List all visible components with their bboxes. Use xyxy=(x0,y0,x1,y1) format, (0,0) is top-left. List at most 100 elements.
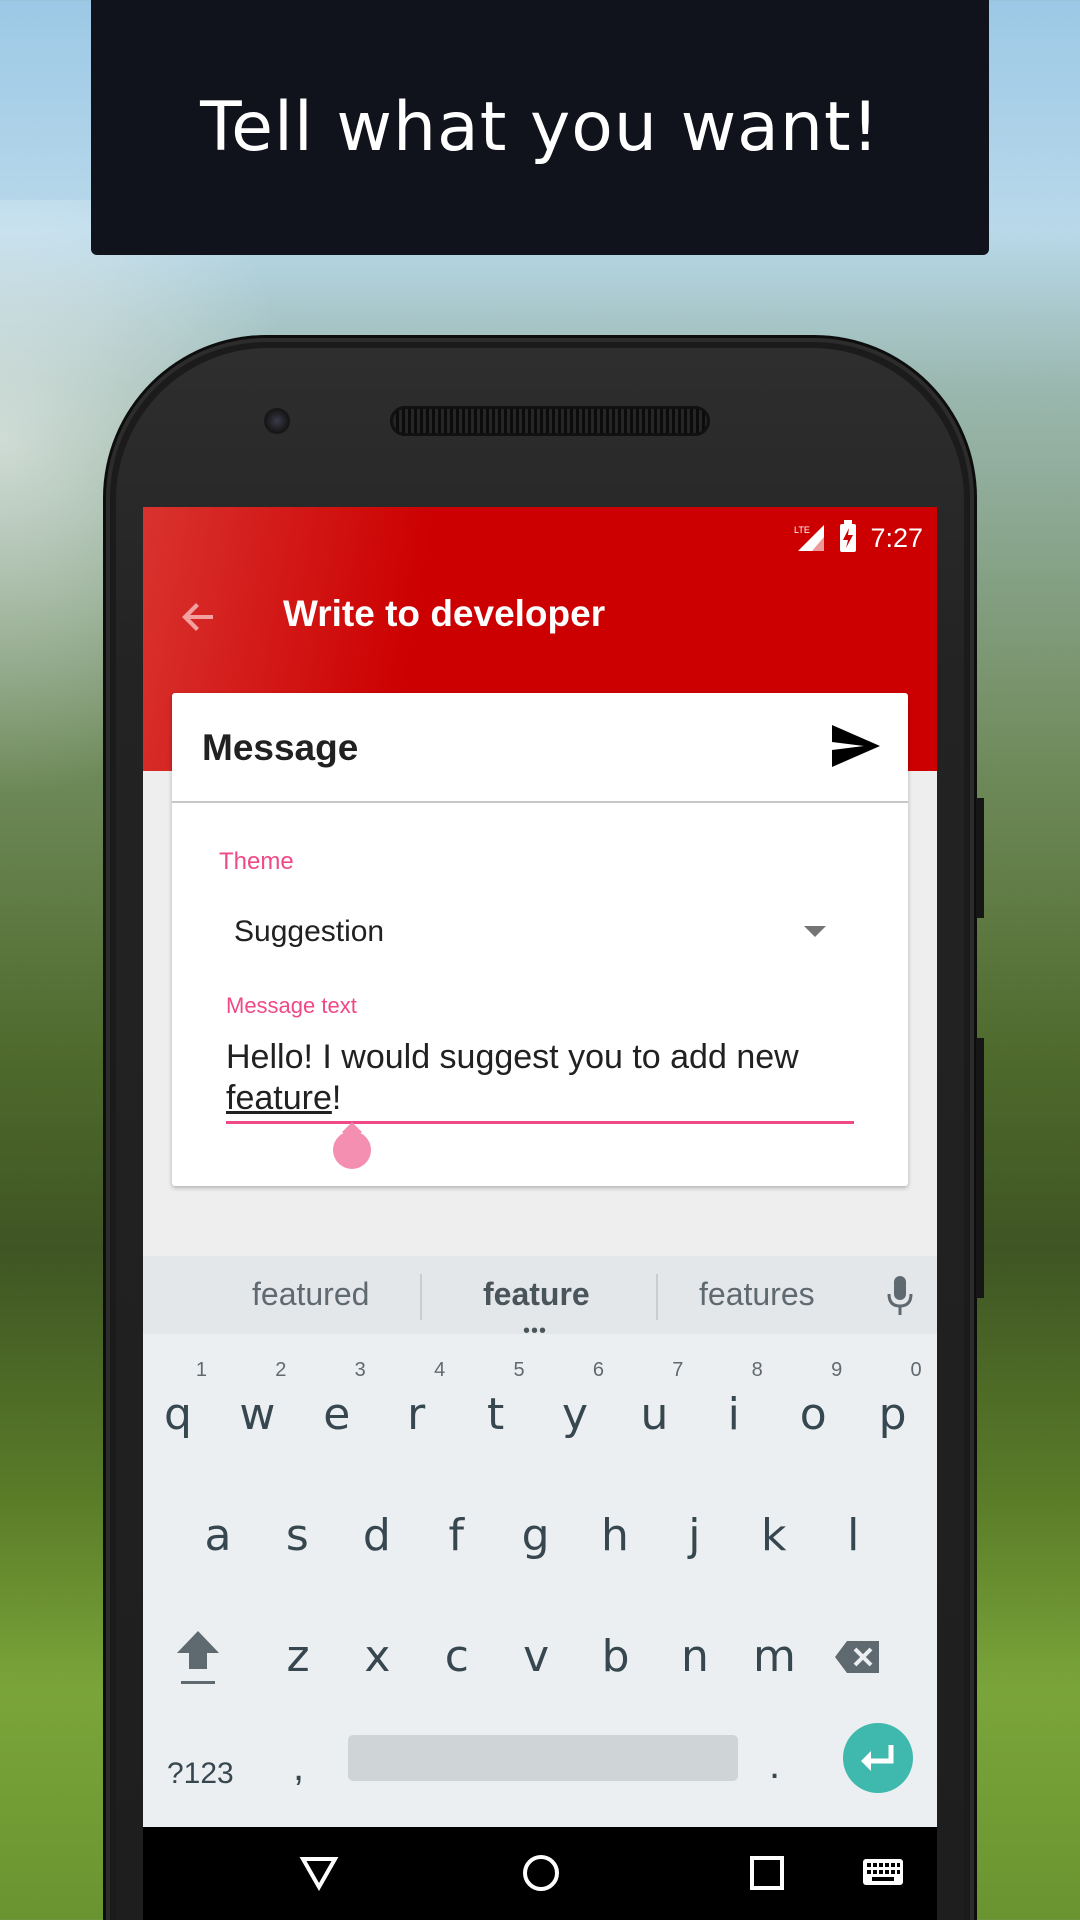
svg-text:LTE: LTE xyxy=(794,525,810,535)
key-label: r xyxy=(407,1389,426,1440)
dropdown-arrow-icon[interactable] xyxy=(804,926,826,937)
key-i[interactable]: 8i xyxy=(699,1359,769,1449)
message-card: Message Theme Suggestion Message text He… xyxy=(172,693,908,1186)
key-label: u xyxy=(640,1389,669,1440)
key-q[interactable]: 1q xyxy=(143,1359,213,1449)
key-label: j xyxy=(688,1510,701,1561)
key-p[interactable]: 0p xyxy=(858,1359,928,1449)
key-label: y xyxy=(561,1389,589,1440)
send-icon[interactable] xyxy=(830,723,882,769)
message-text-part1: Hello! I would suggest you to add new xyxy=(226,1038,799,1076)
suggestion-left[interactable]: featured xyxy=(252,1276,369,1313)
nav-keyboard-icon[interactable] xyxy=(859,1849,907,1897)
key-hint: 5 xyxy=(513,1359,525,1381)
text-cursor-handle[interactable] xyxy=(333,1131,371,1169)
suggestion-bar: featured feature ••• features xyxy=(143,1256,937,1342)
key-s[interactable]: s xyxy=(262,1480,332,1570)
key-label: l xyxy=(847,1510,860,1561)
theme-dropdown[interactable]: Suggestion xyxy=(234,915,384,949)
volume-button xyxy=(976,798,984,918)
key-b[interactable]: b xyxy=(581,1601,651,1691)
key-d[interactable]: d xyxy=(342,1480,412,1570)
key-label: h xyxy=(601,1510,629,1561)
key-u[interactable]: 7u xyxy=(619,1359,689,1449)
key-label: x xyxy=(364,1631,391,1682)
key-n[interactable]: n xyxy=(660,1601,730,1691)
key-e[interactable]: 3e xyxy=(302,1359,372,1449)
key-label: k xyxy=(761,1510,787,1561)
key-hint: 7 xyxy=(672,1359,684,1381)
key-label: d xyxy=(362,1510,391,1561)
battery-charging-icon xyxy=(840,520,857,552)
message-text-part2: ! xyxy=(331,1079,342,1117)
suggestion-center[interactable]: feature xyxy=(483,1276,590,1313)
key-x[interactable]: x xyxy=(342,1601,412,1691)
key-label: m xyxy=(752,1631,796,1682)
key-hint: 6 xyxy=(592,1359,604,1381)
key-y[interactable]: 6y xyxy=(540,1359,610,1449)
key-l[interactable]: l xyxy=(818,1480,888,1570)
key-h[interactable]: h xyxy=(580,1480,650,1570)
key-v[interactable]: v xyxy=(501,1601,571,1691)
back-arrow-icon[interactable] xyxy=(179,597,219,637)
app-bar-title: Write to developer xyxy=(283,593,606,634)
key-label: a xyxy=(204,1510,232,1561)
key-t[interactable]: 5t xyxy=(461,1359,531,1449)
key-f[interactable]: f xyxy=(421,1480,491,1570)
key-hint: 9 xyxy=(831,1359,843,1381)
key-label: e xyxy=(323,1389,351,1440)
key-j[interactable]: j xyxy=(659,1480,729,1570)
key-hint: 0 xyxy=(910,1359,922,1381)
key-c[interactable]: c xyxy=(422,1601,492,1691)
power-button xyxy=(976,1038,984,1298)
comma-key[interactable]: , xyxy=(293,1745,304,1790)
key-label: s xyxy=(285,1510,309,1561)
enter-icon[interactable] xyxy=(843,1723,913,1793)
key-o[interactable]: 9o xyxy=(778,1359,848,1449)
message-text-current-word: feature xyxy=(226,1079,332,1117)
backspace-icon[interactable] xyxy=(833,1637,883,1677)
key-g[interactable]: g xyxy=(501,1480,571,1570)
nav-back-icon[interactable] xyxy=(295,1849,343,1897)
key-label: n xyxy=(681,1631,709,1682)
key-z[interactable]: z xyxy=(263,1601,333,1691)
suggestion-more-dots: ••• xyxy=(523,1320,548,1342)
message-input-underline xyxy=(226,1121,854,1124)
space-key[interactable] xyxy=(348,1735,738,1781)
suggestion-right[interactable]: features xyxy=(699,1276,815,1313)
system-nav-bar xyxy=(143,1827,937,1920)
status-time: 7:27 xyxy=(870,522,923,553)
promo-banner: Tell what you want! xyxy=(91,0,989,255)
key-label: c xyxy=(444,1631,469,1682)
suggestion-divider xyxy=(420,1274,422,1320)
key-label: p xyxy=(878,1389,907,1440)
nav-recents-icon[interactable] xyxy=(743,1849,791,1897)
key-w[interactable]: 2w xyxy=(222,1359,292,1449)
key-a[interactable]: a xyxy=(183,1480,253,1570)
key-label: b xyxy=(601,1631,630,1682)
period-key[interactable]: . xyxy=(769,1743,780,1788)
front-camera xyxy=(264,408,290,434)
key-label: o xyxy=(799,1389,827,1440)
theme-label: Theme xyxy=(219,848,294,875)
key-label: z xyxy=(286,1631,310,1682)
key-hint: 3 xyxy=(354,1359,366,1381)
key-k[interactable]: k xyxy=(739,1480,809,1570)
symbols-key[interactable]: ?123 xyxy=(167,1757,234,1791)
mic-icon[interactable] xyxy=(885,1274,915,1318)
banner-title: Tell what you want! xyxy=(200,88,880,167)
card-header: Message xyxy=(172,693,908,803)
key-label: t xyxy=(486,1389,505,1440)
key-m[interactable]: m xyxy=(739,1601,809,1691)
key-label: i xyxy=(727,1389,740,1440)
nav-home-icon[interactable] xyxy=(517,1849,565,1897)
message-text-input[interactable]: Hello! I would suggest you to add new fe… xyxy=(226,1037,856,1119)
suggestion-divider xyxy=(656,1274,658,1320)
lte-signal-icon: LTE xyxy=(794,523,826,553)
shift-icon[interactable] xyxy=(175,1629,221,1687)
key-label: q xyxy=(164,1389,192,1440)
key-hint: 4 xyxy=(434,1359,446,1381)
key-r[interactable]: 4r xyxy=(381,1359,451,1449)
phone-screen: LTE 7:27 Write to developer Message Them… xyxy=(143,507,937,1920)
key-hint: 1 xyxy=(195,1359,207,1381)
